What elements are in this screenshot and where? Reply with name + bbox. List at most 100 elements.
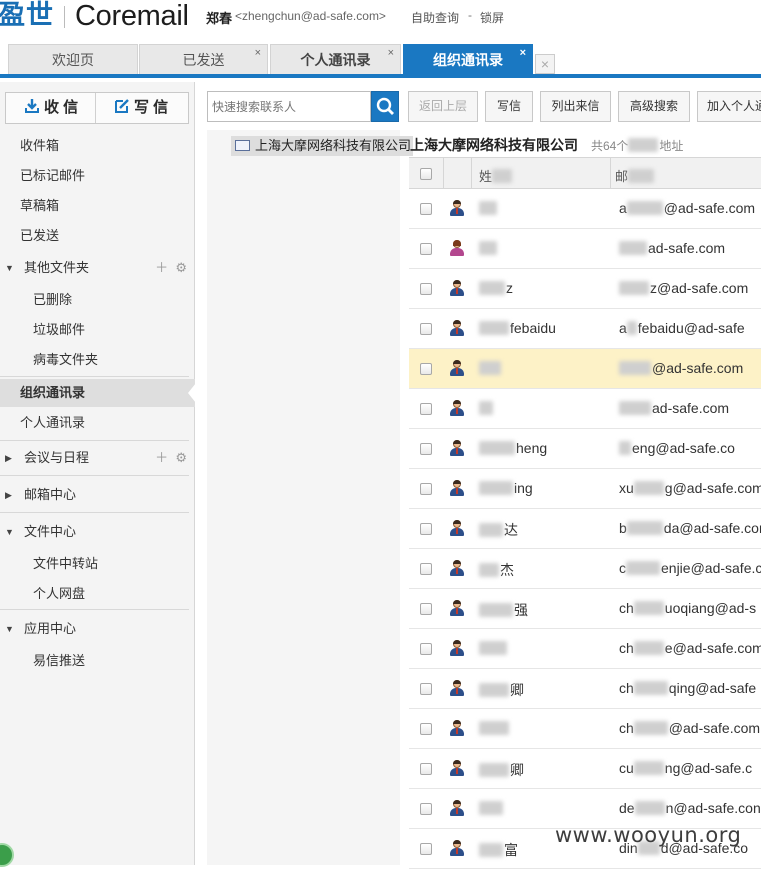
row-checkbox[interactable] (420, 603, 432, 615)
row-checkbox[interactable] (420, 203, 432, 215)
contact-email[interactable]: a febaidu@ad-safe (619, 320, 745, 336)
row-checkbox[interactable] (420, 483, 432, 495)
row-checkbox[interactable] (420, 403, 432, 415)
contact-email[interactable]: ch e@ad-safe.com (619, 640, 761, 656)
contact-email[interactable]: a @ad-safe.com (619, 200, 755, 216)
contact-email[interactable]: eng@ad-safe.co (619, 440, 735, 456)
contact-email[interactable]: b da@ad-safe.con (619, 520, 761, 536)
tab-org-contacts[interactable]: 组织通讯录 × (403, 44, 533, 75)
contact-name[interactable]: 强 (479, 600, 528, 620)
back-up-button[interactable]: 返回上层 (408, 91, 478, 122)
table-row[interactable]: z z@ad-safe.com (409, 269, 761, 309)
contact-name[interactable] (479, 240, 498, 256)
contact-email[interactable]: xu g@ad-safe.com (619, 480, 761, 496)
contact-email[interactable]: de n@ad-safe.con (619, 800, 761, 816)
contact-name[interactable] (479, 640, 508, 656)
contact-name[interactable]: 杰 (479, 560, 514, 580)
row-checkbox[interactable] (420, 523, 432, 535)
contact-email[interactable]: @ad-safe.com (619, 360, 743, 376)
contact-search-input[interactable] (208, 92, 370, 121)
add-icon[interactable]: ＋ (155, 450, 168, 465)
table-row[interactable]: ch @ad-safe.com (409, 709, 761, 749)
column-email-header[interactable]: 邮 (615, 166, 655, 185)
contact-name[interactable]: 卿 (479, 760, 524, 780)
table-row[interactable]: ad-safe.com (409, 389, 761, 429)
list-mails-button[interactable]: 列出来信 (540, 91, 611, 122)
sidebar-item-netdisk[interactable]: 个人网盘 (0, 580, 195, 608)
search-button[interactable] (371, 91, 399, 122)
write-mail-button[interactable]: 写信 (485, 91, 533, 122)
sidebar-item-junk[interactable]: 垃圾邮件 (0, 316, 195, 344)
close-all-tabs-icon[interactable]: × (535, 54, 555, 74)
sidebar-group-other-folders[interactable]: ▼ 其他文件夹 ＋ ⚙ (0, 254, 195, 282)
advanced-search-button[interactable]: 高级搜索 (618, 91, 690, 122)
contact-name[interactable]: febaidu (479, 320, 556, 336)
row-checkbox[interactable] (420, 283, 432, 295)
select-all-checkbox[interactable] (420, 168, 432, 180)
sidebar-group-file-center[interactable]: ▼ 文件中心 (0, 518, 195, 546)
table-row[interactable]: ing xu g@ad-safe.com (409, 469, 761, 509)
table-row[interactable]: ch e@ad-safe.com (409, 629, 761, 669)
contact-name[interactable]: heng (479, 440, 547, 456)
self-service-link[interactable]: 自助查询 (411, 9, 459, 26)
contact-email[interactable]: ch qing@ad-safe (619, 680, 756, 696)
sidebar-group-meeting[interactable]: ▶ 会议与日程 ＋ ⚙ (0, 444, 195, 472)
sidebar-item-flagged[interactable]: 已标记邮件 (0, 162, 195, 190)
contact-name[interactable] (479, 360, 502, 376)
contact-email[interactable]: ad-safe.com (619, 240, 725, 256)
column-name-header[interactable]: 姓 (479, 166, 513, 185)
contact-email[interactable]: ch uoqiang@ad-s (619, 600, 756, 616)
close-icon[interactable]: × (388, 47, 394, 59)
contact-name[interactable]: 达 (479, 520, 518, 540)
row-checkbox[interactable] (420, 443, 432, 455)
table-row[interactable]: febaidu a febaidu@ad-safe (409, 309, 761, 349)
row-checkbox[interactable] (420, 723, 432, 735)
contact-name[interactable]: 卿 (479, 680, 524, 700)
row-checkbox[interactable] (420, 363, 432, 375)
contact-email[interactable]: ch @ad-safe.com (619, 720, 760, 736)
tab-welcome[interactable]: 欢迎页 (8, 44, 138, 74)
sidebar-group-mailbox-center[interactable]: ▶ 邮箱中心 (0, 481, 195, 509)
table-row[interactable]: heng eng@ad-safe.co (409, 429, 761, 469)
table-row[interactable]: 达 b da@ad-safe.con (409, 509, 761, 549)
contact-name[interactable]: 富 (479, 840, 518, 860)
receive-button[interactable]: 收 信 (24, 93, 78, 123)
lock-screen-link[interactable]: 锁屏 (480, 9, 504, 26)
table-row[interactable]: ad-safe.com (409, 229, 761, 269)
row-checkbox[interactable] (420, 643, 432, 655)
contact-name[interactable] (479, 720, 510, 736)
row-checkbox[interactable] (420, 323, 432, 335)
sidebar-item-deleted[interactable]: 已删除 (0, 286, 195, 314)
contact-name[interactable] (479, 200, 498, 216)
gear-icon[interactable]: ⚙ (175, 260, 187, 275)
tab-sent[interactable]: 已发送 × (139, 44, 268, 74)
gear-icon[interactable]: ⚙ (175, 450, 187, 465)
sidebar-item-drafts[interactable]: 草稿箱 (0, 192, 195, 220)
sidebar-item-sent[interactable]: 已发送 (0, 222, 195, 250)
table-row[interactable]: a @ad-safe.com (409, 189, 761, 229)
compose-button[interactable]: 写 信 (114, 93, 168, 123)
row-checkbox[interactable] (420, 563, 432, 575)
add-to-personal-button[interactable]: 加入个人通 (697, 91, 761, 122)
tree-node-root[interactable]: 上海大摩网络科技有限公司 (231, 136, 414, 156)
table-row[interactable]: 强 ch uoqiang@ad-s (409, 589, 761, 629)
sidebar-item-virus[interactable]: 病毒文件夹 (0, 346, 195, 374)
contact-email[interactable]: ad-safe.com (619, 400, 729, 416)
sidebar-item-inbox[interactable]: 收件箱 (0, 132, 195, 160)
close-icon[interactable]: × (520, 47, 526, 59)
sidebar-item-personal-contacts[interactable]: 个人通讯录 (0, 409, 195, 437)
sidebar-group-app-center[interactable]: ▼ 应用中心 (0, 615, 195, 643)
sidebar-item-org-contacts[interactable]: 组织通讯录 (0, 379, 196, 407)
contact-name[interactable] (479, 800, 504, 816)
table-row[interactable]: 卿 ch qing@ad-safe (409, 669, 761, 709)
contact-name[interactable]: ing (479, 480, 533, 496)
contact-email[interactable]: cu ng@ad-safe.c (619, 760, 752, 776)
table-row[interactable]: 杰 c enjie@ad-safe.co (409, 549, 761, 589)
contact-email[interactable]: z@ad-safe.com (619, 280, 748, 296)
row-checkbox[interactable] (420, 843, 432, 855)
row-checkbox[interactable] (420, 803, 432, 815)
contact-name[interactable] (479, 400, 494, 416)
sidebar-item-yixin-push[interactable]: 易信推送 (0, 647, 195, 675)
add-icon[interactable]: ＋ (155, 260, 168, 275)
sidebar-item-file-transfer[interactable]: 文件中转站 (0, 550, 195, 578)
